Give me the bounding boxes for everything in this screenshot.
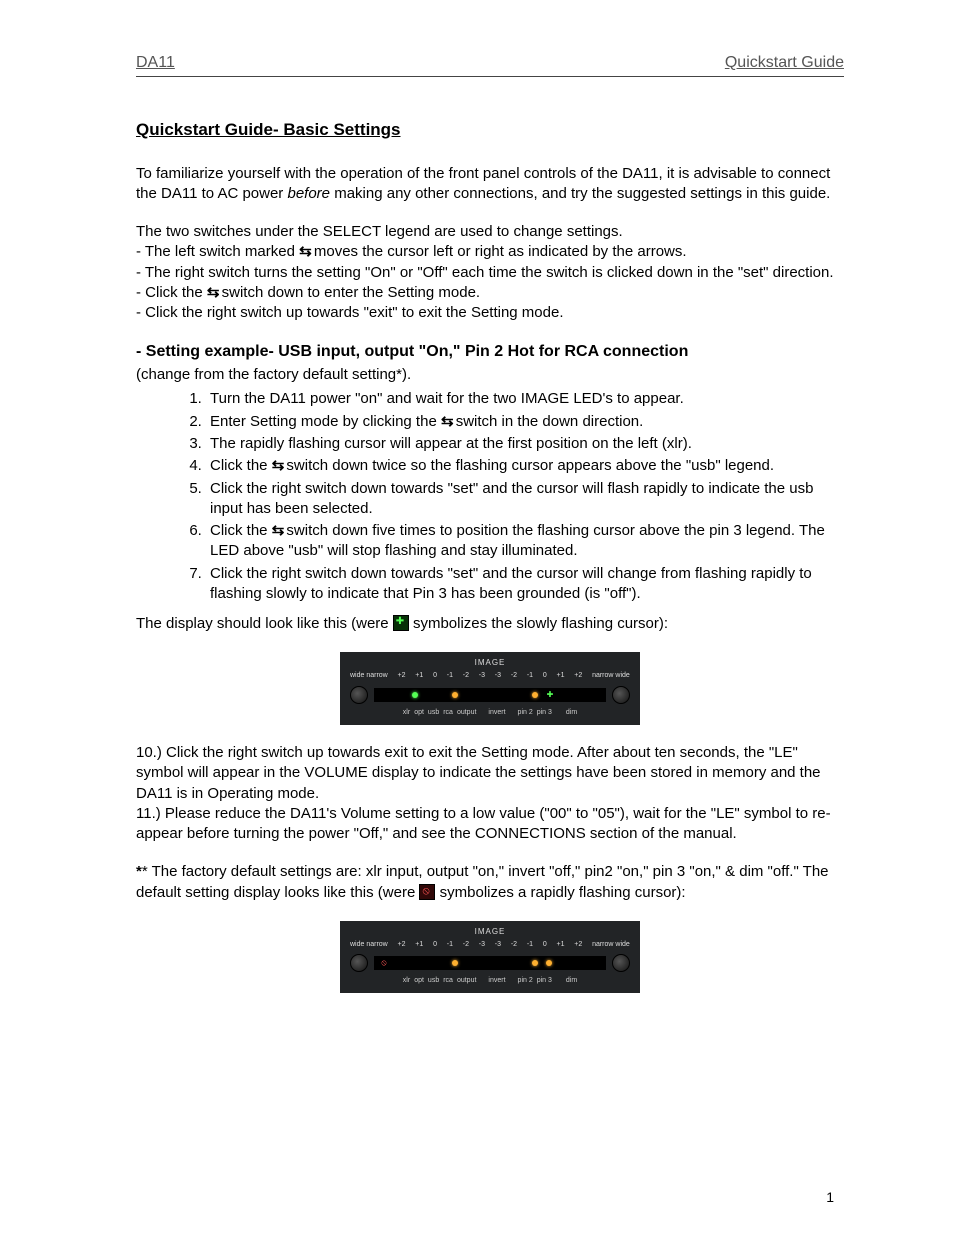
section-title: Quickstart Guide- Basic Settings — [136, 119, 844, 142]
select-desc-4: - Click the ⇆ switch down to enter the S… — [136, 283, 844, 303]
header-left: DA11 — [136, 52, 175, 74]
step-11: 11.) Please reduce the DA11's Volume set… — [136, 804, 844, 845]
display-panel-default: IMAGE wide narrow +2 +1 0 -1 -2 -3 -3 -2… — [340, 921, 640, 994]
swap-icon: ⇆ — [299, 242, 310, 262]
panel-image-label: IMAGE — [350, 658, 630, 669]
panel-labels-2: xlr opt usb rca output invert pin 2 pin … — [372, 976, 608, 985]
swap-icon: ⇆ — [272, 456, 283, 476]
header-right: Quickstart Guide — [725, 52, 844, 74]
panel-scale-row: wide narrow +2 +1 0 -1 -2 -3 -3 -2 -1 0 … — [350, 671, 630, 680]
page-header: DA11 Quickstart Guide — [136, 52, 844, 77]
swap-icon: ⇆ — [441, 412, 452, 432]
led-pin3-2 — [546, 960, 552, 966]
led-output-2 — [452, 960, 458, 966]
step-1: Turn the DA11 power "on" and wait for th… — [206, 389, 844, 409]
right-knob-2 — [612, 954, 630, 972]
step-10: 10.) Click the right switch up towards e… — [136, 743, 844, 804]
led-output — [452, 692, 458, 698]
page-number: 1 — [826, 1188, 834, 1207]
right-knob — [612, 686, 630, 704]
steps-list: Turn the DA11 power "on" and wait for th… — [136, 389, 844, 604]
led-usb — [412, 692, 418, 698]
select-desc-3: - The right switch turns the setting "On… — [136, 263, 844, 283]
intro-paragraph: To familiarize yourself with the operati… — [136, 164, 844, 205]
cursor-pin3: ✚ — [546, 691, 554, 699]
swap-icon: ⇆ — [272, 521, 283, 541]
step-7: Click the right switch down towards "set… — [206, 564, 844, 605]
footnote: ** The factory default settings are: xlr… — [136, 862, 844, 903]
display-intro: The display should look like this (were … — [136, 614, 844, 634]
panel-scale-row-2: wide narrow +2 +1 0 -1 -2 -3 -3 -2 -1 0 … — [350, 940, 630, 949]
select-desc-2: - The left switch marked ⇆ moves the cur… — [136, 242, 844, 262]
left-knob — [350, 686, 368, 704]
step-6: Click the ⇆ switch down five times to po… — [206, 521, 844, 562]
display-panel-example: IMAGE wide narrow +2 +1 0 -1 -2 -3 -3 -2… — [340, 652, 640, 725]
led-strip: ✚ — [374, 688, 606, 702]
panel-labels: xlr opt usb rca output invert pin 2 pin … — [372, 708, 608, 717]
led-pin2 — [532, 692, 538, 698]
step-5: Click the right switch down towards "set… — [206, 479, 844, 520]
step-3: The rapidly flashing cursor will appear … — [206, 434, 844, 454]
cursor-green-icon — [393, 615, 409, 631]
example-heading: - Setting example- USB input, output "On… — [136, 341, 844, 363]
swap-icon: ⇆ — [207, 283, 218, 303]
cursor-red-icon — [419, 884, 435, 900]
example-note: (change from the factory default setting… — [136, 365, 844, 385]
step-4: Click the ⇆ switch down twice so the fla… — [206, 456, 844, 476]
cursor-xlr: ⦸ — [380, 959, 388, 967]
select-desc-1: The two switches under the SELECT legend… — [136, 222, 844, 242]
select-desc-5: - Click the right switch up towards "exi… — [136, 303, 844, 323]
step-2: Enter Setting mode by clicking the ⇆ swi… — [206, 412, 844, 432]
panel-image-label-2: IMAGE — [350, 927, 630, 938]
led-strip-2: ⦸ — [374, 956, 606, 970]
led-pin2-2 — [532, 960, 538, 966]
left-knob-2 — [350, 954, 368, 972]
